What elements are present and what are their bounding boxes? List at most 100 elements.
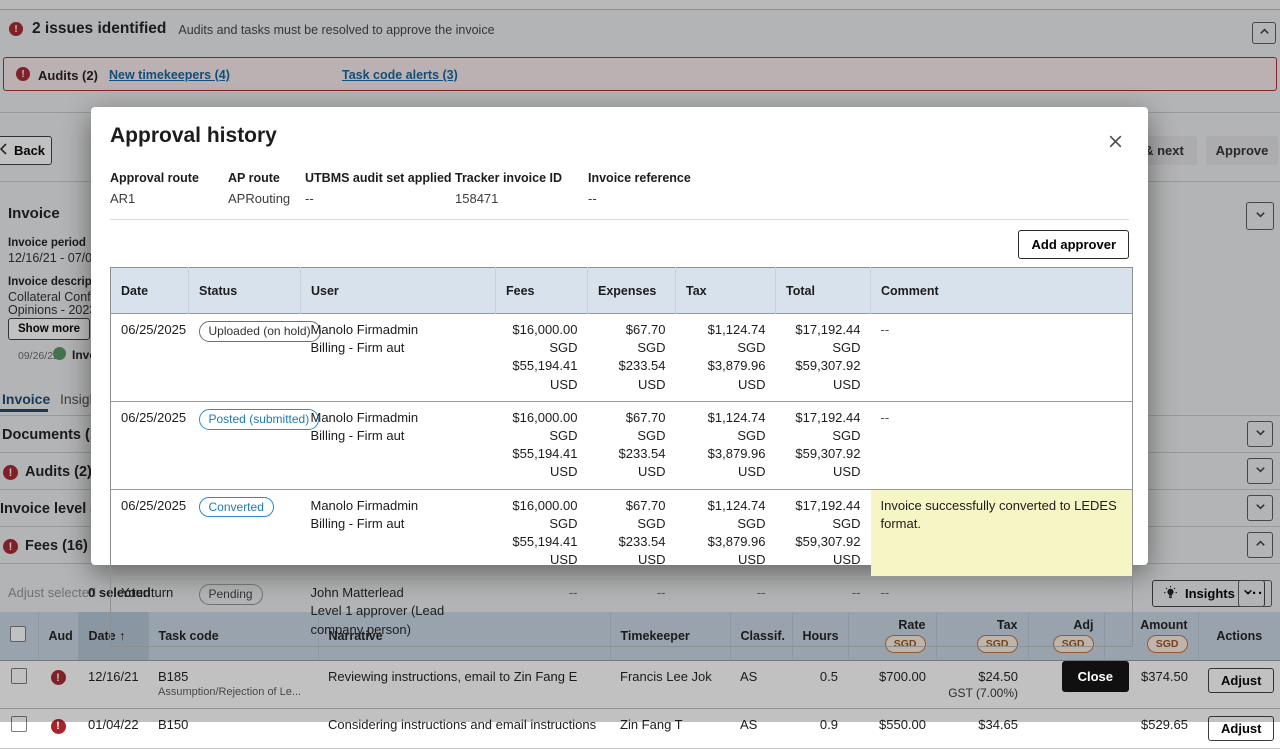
status-cell: Uploaded (on hold): [189, 314, 301, 402]
date-cell: 06/25/2025: [111, 489, 189, 577]
fees-sgd: $16,000.00 SGD: [506, 497, 578, 533]
close-label: Close: [1078, 669, 1113, 684]
status-cell: Posted (submitted): [189, 401, 301, 489]
tax-usd: $3,879.96 USD: [686, 445, 766, 481]
approval-row: 06/25/2025 Posted (submitted) Manolo Fir…: [111, 401, 1133, 489]
fees-cell: $16,000.00 SGD$55,194.41 USD: [496, 314, 588, 402]
modal-close-footer-button[interactable]: Close: [1062, 661, 1129, 692]
user-name: Manolo Firmadmin: [311, 409, 486, 427]
meta-approval-route: Approval route AR1: [110, 171, 228, 206]
tax-cell: $1,124.74 SGD$3,879.96 USD: [676, 314, 776, 402]
col-expenses: Expenses: [588, 268, 676, 314]
col-tax: Tax: [676, 268, 776, 314]
divider: [110, 219, 1129, 220]
meta-label: Invoice reference: [588, 171, 691, 185]
meta-value: APRouting: [228, 191, 305, 206]
fees-cell: --: [496, 577, 588, 647]
col-total: Total: [776, 268, 871, 314]
expenses-sgd: $67.70 SGD: [598, 409, 666, 445]
meta-label: UTBMS audit set applied: [305, 171, 455, 185]
approval-history-modal: Approval history Approval route AR1 AP r…: [91, 107, 1148, 565]
col-fees: Fees: [496, 268, 588, 314]
status-cell: Pending: [189, 577, 301, 647]
adjust-label: Adjust: [1221, 721, 1261, 736]
user-cell: Manolo FirmadminBilling - Firm aut: [301, 401, 496, 489]
user-cell: John MatterleadLevel 1 approver (Lead co…: [301, 577, 496, 647]
total-usd: $59,307.92 USD: [786, 445, 861, 481]
expenses-cell: --: [588, 577, 676, 647]
meta-value: 158471: [455, 191, 588, 206]
col-date: Date: [111, 268, 189, 314]
tax-cell: --: [676, 577, 776, 647]
comment-cell: --: [871, 314, 1133, 402]
meta-value: --: [588, 191, 691, 206]
close-icon: [1107, 138, 1124, 153]
status-badge: Posted (submitted): [199, 409, 320, 430]
total-usd: $59,307.92 USD: [786, 357, 861, 393]
total-sgd: $17,192.44 SGD: [786, 497, 861, 533]
modal-title: Approval history: [110, 124, 1129, 148]
tax-sgd: $1,124.74 SGD: [686, 409, 766, 445]
comment-cell: --: [871, 401, 1133, 489]
user-name: Manolo Firmadmin: [311, 497, 486, 515]
total-cell: $17,192.44 SGD$59,307.92 USD: [776, 314, 871, 402]
total-cell: $17,192.44 SGD$59,307.92 USD: [776, 401, 871, 489]
meta-value: --: [305, 191, 455, 206]
tax-usd: $3,879.96 USD: [686, 357, 766, 393]
date-cell: Your turn: [111, 577, 189, 647]
status-badge: Converted: [199, 497, 274, 518]
expenses-usd: $233.54 USD: [598, 533, 666, 569]
modal-close-button[interactable]: [1105, 131, 1126, 155]
approval-header-row: Date Status User Fees Expenses Tax Total…: [111, 268, 1133, 314]
fees-sgd: $16,000.00 SGD: [506, 321, 578, 357]
fees-usd: $55,194.41 USD: [506, 357, 578, 393]
fees-cell: $16,000.00 SGD$55,194.41 USD: [496, 489, 588, 577]
meta-tracker-invoice-id: Tracker invoice ID 158471: [455, 171, 588, 206]
tax-sgd: $1,124.74 SGD: [686, 497, 766, 533]
comment-cell: --: [871, 577, 1133, 647]
comment-cell-highlighted: Invoice successfully converted to LEDES …: [871, 489, 1133, 577]
approval-row: 06/25/2025 Converted Manolo FirmadminBil…: [111, 489, 1133, 577]
fees-cell: $16,000.00 SGD$55,194.41 USD: [496, 401, 588, 489]
user-role: Billing - Firm aut: [311, 427, 486, 445]
total-cell: $17,192.44 SGD$59,307.92 USD: [776, 489, 871, 577]
total-sgd: $17,192.44 SGD: [786, 321, 861, 357]
status-cell: Converted: [189, 489, 301, 577]
tax-cell: $1,124.74 SGD$3,879.96 USD: [676, 489, 776, 577]
user-name: Manolo Firmadmin: [311, 321, 486, 339]
meta-utbms-audit-set: UTBMS audit set applied --: [305, 171, 455, 206]
user-role: Billing - Firm aut: [311, 515, 486, 533]
approval-history-table: Date Status User Fees Expenses Tax Total…: [110, 267, 1133, 647]
approval-row: 06/25/2025 Uploaded (on hold) Manolo Fir…: [111, 314, 1133, 402]
user-role: Level 1 approver (Lead company person): [311, 602, 486, 638]
meta-label: Tracker invoice ID: [455, 171, 588, 185]
expenses-sgd: $67.70 SGD: [598, 321, 666, 357]
modal-meta: Approval route AR1 AP route APRouting UT…: [110, 171, 1129, 206]
total-sgd: $17,192.44 SGD: [786, 409, 861, 445]
status-badge: Uploaded (on hold): [199, 321, 321, 342]
status-badge: Pending: [199, 584, 263, 605]
meta-invoice-reference: Invoice reference --: [588, 171, 691, 206]
expenses-sgd: $67.70 SGD: [598, 497, 666, 533]
col-comment: Comment: [871, 268, 1133, 314]
meta-label: AP route: [228, 171, 305, 185]
tax-cell: $1,124.74 SGD$3,879.96 USD: [676, 401, 776, 489]
user-cell: Manolo FirmadminBilling - Firm aut: [301, 489, 496, 577]
col-status: Status: [189, 268, 301, 314]
date-cell: 06/25/2025: [111, 401, 189, 489]
user-role: Billing - Firm aut: [311, 339, 486, 357]
col-user: User: [301, 268, 496, 314]
date-cell: 06/25/2025: [111, 314, 189, 402]
meta-value: AR1: [110, 191, 228, 206]
expenses-cell: $67.70 SGD$233.54 USD: [588, 489, 676, 577]
add-approver-button[interactable]: Add approver: [1018, 230, 1129, 259]
meta-label: Approval route: [110, 171, 228, 185]
user-name: John Matterlead: [311, 584, 486, 602]
total-usd: $59,307.92 USD: [786, 533, 861, 569]
fees-usd: $55,194.41 USD: [506, 533, 578, 569]
user-cell: Manolo FirmadminBilling - Firm aut: [301, 314, 496, 402]
expenses-cell: $67.70 SGD$233.54 USD: [588, 314, 676, 402]
expenses-usd: $233.54 USD: [598, 357, 666, 393]
approval-row: Your turn Pending John MatterleadLevel 1…: [111, 577, 1133, 647]
meta-ap-route: AP route APRouting: [228, 171, 305, 206]
